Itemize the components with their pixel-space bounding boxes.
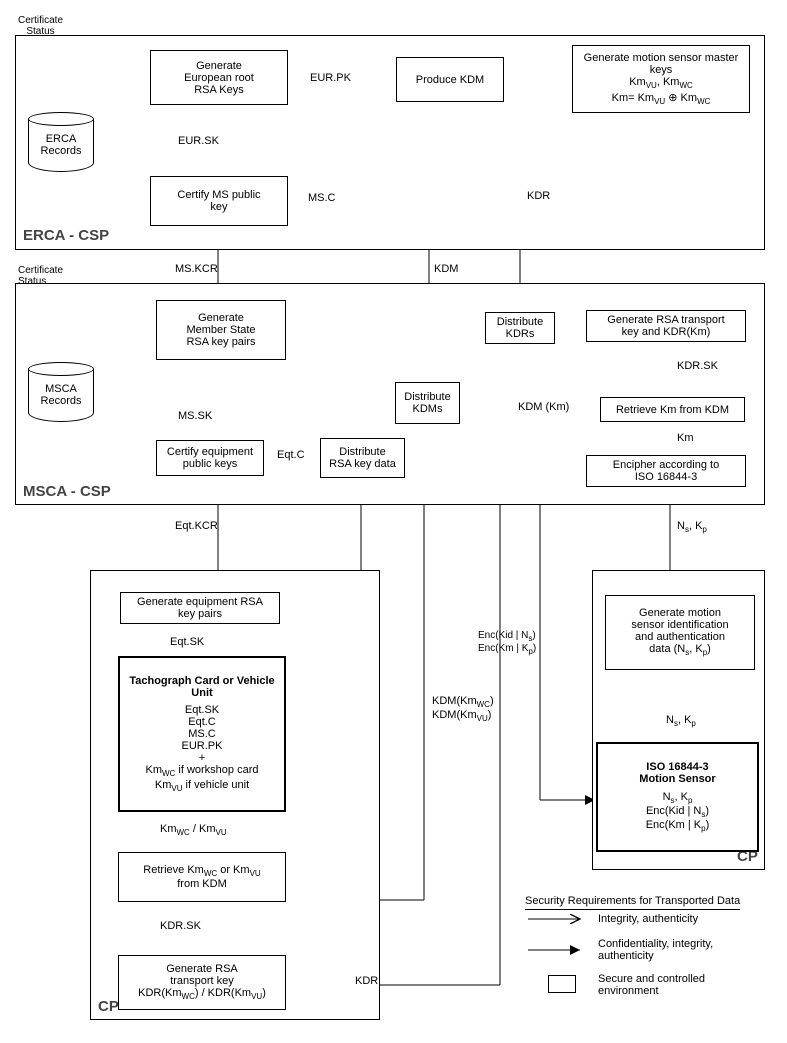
certify-ms-key-box: Certify MS public key <box>150 176 288 226</box>
gen-eq-pairs-box: Generate equipment RSA key pairs <box>120 592 280 624</box>
lbl-ns-kp-1: Ns, Kp <box>677 520 707 534</box>
msca-frame-label: MSCA - CSP <box>23 483 111 500</box>
lbl-km: Km <box>677 432 694 444</box>
lbl-kdm: KDM <box>434 263 458 275</box>
lbl-enc-group: Enc(Kid | Ns)Enc(Km | Kp) <box>478 630 536 656</box>
iso-motion-sensor-box: ISO 16844-3 Motion Sensor Ns, Kp Enc(Kid… <box>596 742 759 852</box>
distribute-rsa-box: Distribute RSA key data <box>320 438 405 478</box>
lbl-eqt-sk: Eqt.SK <box>170 636 204 648</box>
lbl-kdr: KDR <box>527 190 550 202</box>
lbl-ms-kcr: MS.KCR <box>175 263 218 275</box>
lbl-eur-sk: EUR.SK <box>178 135 219 147</box>
km-formula: KmVU, KmWC <box>629 76 693 90</box>
lbl-kdm-km-group: KDM(KmWC)KDM(KmVU) <box>432 695 494 723</box>
gen-motion-master-box: Generate motion sensor master keys KmVU,… <box>572 45 750 113</box>
lbl-kdr-sk-1: KDR.SK <box>677 360 718 372</box>
retrieve-km-left-box: Retrieve KmWC or KmVUfrom KDM <box>118 852 286 902</box>
distribute-kdrs-box: Distribute KDRs <box>485 312 555 344</box>
lbl-kdr-sk-2: KDR.SK <box>160 920 201 932</box>
lbl-ms-c: MS.C <box>308 192 336 204</box>
retrieve-km-box: Retrieve Km from KDM <box>600 397 745 422</box>
lbl-kdm-km: KDM (Km) <box>518 401 569 413</box>
tacho-box: Tachograph Card or Vehicle Unit Eqt.SK E… <box>118 656 286 812</box>
erca-records-db: ERCA Records <box>28 112 94 172</box>
gen-rsa-transport-box: Generate RSA transport key and KDR(Km) <box>586 310 746 342</box>
encipher-box: Encipher according to ISO 16844-3 <box>586 455 746 487</box>
gen-rsa-transport-left-box: Generate RSA transport key KDR(KmWC) / K… <box>118 955 286 1010</box>
msca-records-db: MSCA Records <box>28 362 94 422</box>
legend-integrity: Integrity, authenticity <box>598 913 698 925</box>
erca-frame-label: ERCA - CSP <box>23 227 109 244</box>
lbl-eqt-c: Eqt.C <box>277 449 305 461</box>
gen-root-keys-box: Generate European root RSA Keys <box>150 50 288 105</box>
lbl-ms-sk: MS.SK <box>178 410 212 422</box>
cp-left-label: CP <box>98 998 119 1015</box>
distribute-kdms-box: Distribute KDMs <box>395 382 460 424</box>
gen-motion-id-box: Generate motionsensor identificationand … <box>605 595 755 670</box>
lbl-km-wc-vu: KmWC / KmVU <box>160 823 227 837</box>
lbl-eur-pk: EUR.PK <box>310 72 351 84</box>
lbl-eqt-kcr: Eqt.KCR <box>175 520 218 532</box>
legend-secure: Secure and controlled environment <box>598 973 705 997</box>
erca-certificate-status-label: CertificateStatus <box>18 15 63 37</box>
legend-secure-box <box>548 975 576 993</box>
lbl-kdr-2: KDR <box>355 975 378 987</box>
msca-certificate-status-label: CertificateStatus <box>18 265 63 287</box>
produce-kdm-box: Produce KDM <box>396 57 504 102</box>
legend-title: Security Requirements for Transported Da… <box>525 895 740 910</box>
gen-ms-keys-box: Generate Member State RSA key pairs <box>156 300 286 360</box>
lbl-ns-kp-2: Ns, Kp <box>666 714 696 728</box>
certify-eq-keys-box: Certify equipment public keys <box>156 440 264 476</box>
legend-confidentiality: Confidentiality, integrity, authenticity <box>598 938 713 962</box>
km-xor: Km= KmVU ⊕ KmWC <box>612 91 711 106</box>
